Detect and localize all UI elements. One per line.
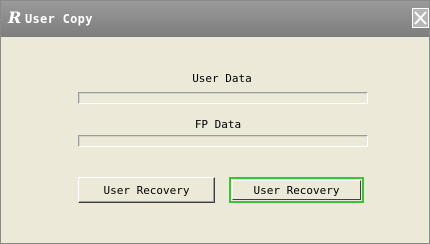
user-recovery-button-right[interactable]: User Recovery: [229, 177, 364, 203]
user-data-progress-bar: [78, 92, 368, 104]
window-title: User Copy: [25, 12, 93, 26]
user-recovery-button-label: User Recovery: [103, 183, 190, 197]
close-button[interactable]: [412, 8, 429, 28]
title-bar[interactable]: R User Copy: [1, 1, 429, 37]
button-inner-bevel: [232, 180, 361, 200]
close-icon: [414, 11, 427, 25]
user-copy-window: R User Copy User Data FP Data User Recov…: [0, 0, 430, 244]
user-recovery-button-left[interactable]: User Recovery: [78, 177, 215, 203]
fp-data-label: FP Data: [194, 118, 242, 131]
app-icon: R: [8, 8, 22, 27]
fp-data-progress-bar: [78, 135, 368, 147]
user-data-label: User Data: [192, 72, 252, 85]
